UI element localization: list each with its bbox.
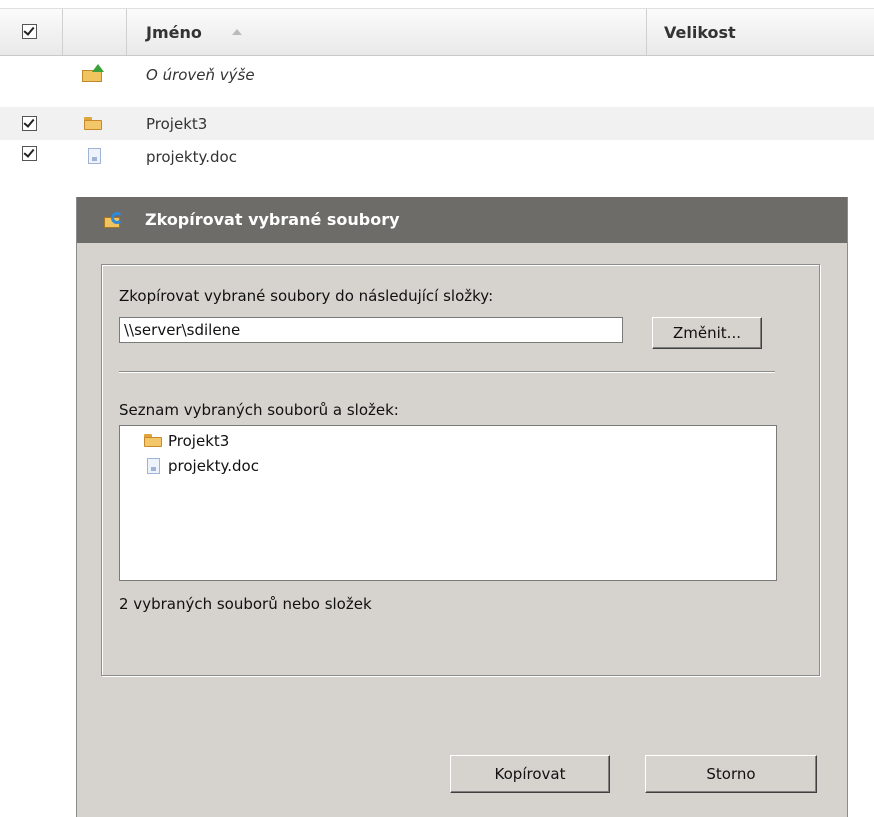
copy-dialog: Zkopírovat vybrané soubory Zkopírovat vy… (76, 197, 848, 817)
cancel-button[interactable]: Storno (645, 755, 817, 793)
row-checkbox[interactable] (22, 146, 37, 161)
file-name[interactable]: Projekt3 (146, 115, 207, 133)
folder-icon (144, 434, 162, 447)
check-icon (23, 146, 35, 158)
list-item-projekty-doc[interactable]: projekty.doc (0, 140, 874, 173)
destination-path-input[interactable] (119, 317, 623, 343)
copy-files-icon (104, 210, 126, 230)
copy-button[interactable]: Kopírovat (450, 755, 610, 793)
selection-count: 2 vybraných souborů nebo složek (119, 595, 372, 613)
parent-folder-label[interactable]: O úroveň výše (146, 66, 255, 84)
row-checkbox[interactable] (22, 116, 37, 131)
select-all-checkbox[interactable] (22, 24, 37, 39)
destination-label: Zkopírovat vybrané soubory do následujíc… (119, 287, 494, 305)
list-item-parent[interactable]: O úroveň výše (0, 58, 874, 91)
list-item[interactable]: Projekt3 (168, 432, 229, 450)
file-name[interactable]: projekty.doc (146, 148, 237, 166)
check-icon (23, 24, 35, 36)
list-item-projekt3[interactable]: Projekt3 (0, 107, 874, 140)
column-divider (646, 9, 647, 55)
selection-list-label: Seznam vybraných souborů a složek: (119, 401, 399, 419)
doc-icon (147, 458, 160, 474)
name-column-header[interactable]: Jméno (146, 23, 202, 42)
dialog-title-bar[interactable]: Zkopírovat vybrané soubory (77, 197, 847, 243)
list-header: Jméno Velikost (0, 8, 874, 56)
dialog-title: Zkopírovat vybrané soubory (145, 210, 400, 229)
list-item[interactable]: projekty.doc (168, 457, 259, 475)
folder-up-icon (82, 64, 104, 82)
column-divider (126, 9, 127, 55)
selected-items-listbox[interactable]: Projekt3 projekty.doc (119, 425, 777, 581)
change-button[interactable]: Změnit... (652, 317, 762, 349)
divider (119, 371, 775, 373)
sort-ascending-icon (232, 29, 242, 35)
doc-icon (88, 148, 101, 164)
column-divider (62, 9, 63, 55)
check-icon (23, 116, 35, 128)
folder-icon (84, 117, 102, 130)
size-column-header[interactable]: Velikost (664, 23, 736, 42)
